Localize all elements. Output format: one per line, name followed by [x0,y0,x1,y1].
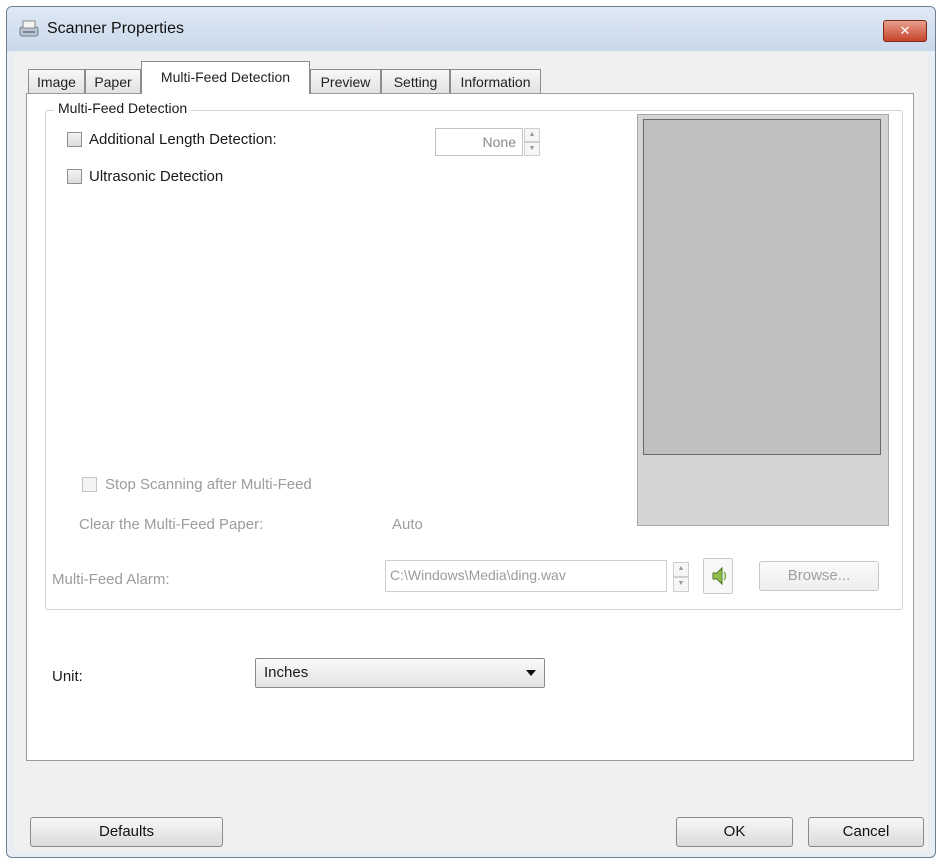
defaults-button[interactable]: Defaults [30,817,223,847]
spin-up-icon[interactable]: ▲ [524,128,540,142]
spin-down-icon[interactable]: ▼ [673,577,689,592]
window-title: Scanner Properties [47,20,184,37]
alarm-sound-path-field[interactable]: C:\Windows\Media\ding.wav [385,560,667,592]
ok-button[interactable]: OK [676,817,793,847]
paper-preview-sheet [643,119,881,455]
additional-length-input[interactable]: None [435,128,523,156]
close-icon: ✕ [899,23,911,38]
alarm-sound-path: C:\Windows\Media\ding.wav [390,567,566,583]
additional-length-label: Additional Length Detection: [89,131,277,148]
ultrasonic-detection-checkbox[interactable] [67,169,82,184]
tab-label: Multi-Feed Detection [160,69,291,85]
tab-multi-feed-detection[interactable]: Multi-Feed Detection [141,61,310,94]
defaults-label: Defaults [98,823,155,840]
stop-scanning-label: Stop Scanning after Multi-Feed [105,476,312,493]
additional-length-spinner[interactable]: ▲ ▼ [524,128,540,156]
play-sound-button[interactable] [703,558,733,594]
group-label: Multi-Feed Detection [54,100,192,116]
clear-multi-feed-paper-label: Clear the Multi-Feed Paper: [79,516,264,533]
title-bar[interactable]: Scanner Properties ✕ [7,7,935,51]
ultrasonic-detection-label: Ultrasonic Detection [89,168,224,185]
alarm-path-spinner[interactable]: ▲ ▼ [673,562,689,592]
dialog-client-area: Image Paper Multi-Feed Detection Preview… [14,51,928,851]
ok-label: OK [723,823,746,840]
browse-button[interactable]: Browse... [759,561,879,591]
close-button[interactable]: ✕ [883,20,927,42]
tab-image[interactable]: Image [28,69,85,93]
tab-label: Image [37,74,76,90]
tab-setting[interactable]: Setting [381,69,450,93]
paper-preview-area [637,114,889,526]
cancel-button[interactable]: Cancel [808,817,924,847]
scanner-properties-window: Scanner Properties ✕ Image Paper Multi-F… [6,6,936,858]
scanner-app-icon [19,20,39,37]
additional-length-checkbox[interactable] [67,132,82,147]
additional-length-value: None [482,134,516,150]
unit-selected-value: Inches [264,664,309,681]
tab-information[interactable]: Information [450,69,541,93]
speaker-icon [712,566,727,586]
tab-label: Information [460,74,531,90]
cancel-label: Cancel [842,823,890,840]
spin-up-icon[interactable]: ▲ [673,562,689,577]
tab-page-multi-feed: Multi-Feed Detection Additional Length D… [26,93,914,761]
multi-feed-alarm-label: Multi-Feed Alarm: [52,571,170,588]
clear-multi-feed-paper-value: Auto [392,516,423,533]
unit-select[interactable]: Inches [255,658,545,688]
tab-paper[interactable]: Paper [85,69,141,93]
tab-preview[interactable]: Preview [310,69,381,93]
tab-label: Paper [94,74,132,90]
spin-down-icon[interactable]: ▼ [524,142,540,156]
tab-label: Preview [320,74,371,90]
stop-scanning-checkbox[interactable] [82,477,97,492]
browse-label: Browse... [787,567,851,584]
tab-label: Setting [393,74,438,90]
chevron-down-icon [526,670,536,676]
unit-label: Unit: [52,668,83,685]
